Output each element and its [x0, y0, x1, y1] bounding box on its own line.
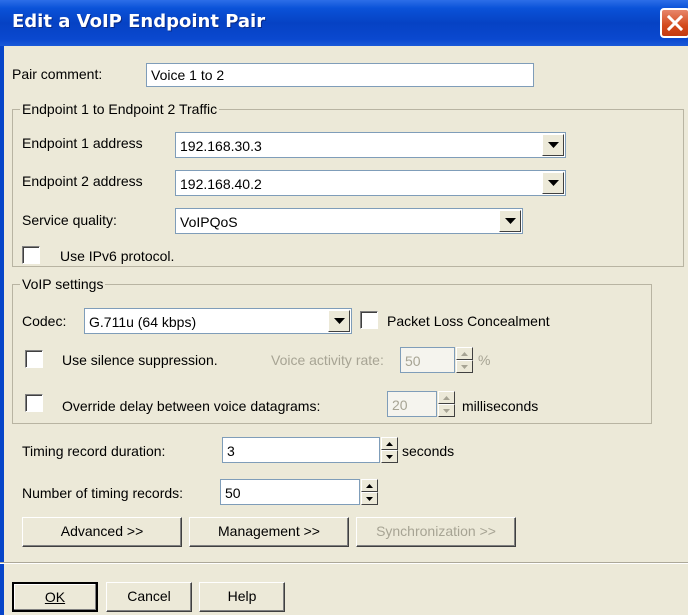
dialog: Edit a VoIP Endpoint Pair Pair comment: … — [0, 0, 688, 615]
timing-records-value: 50 — [225, 485, 241, 501]
voice-activity-rate-value: 50 — [405, 353, 421, 369]
close-button[interactable] — [660, 8, 688, 38]
arrow-up-icon — [366, 484, 373, 488]
chevron-down-icon — [334, 318, 345, 324]
endpoint2-dropdown-button[interactable] — [542, 172, 564, 194]
endpoint1-combo[interactable]: 192.168.30.3 — [175, 132, 566, 158]
title-bar[interactable]: Edit a VoIP Endpoint Pair — [0, 0, 688, 46]
ipv6-label: Use IPv6 protocol. — [60, 248, 175, 264]
spin-down-button[interactable] — [456, 360, 473, 373]
spin-up-button[interactable] — [456, 347, 473, 360]
silence-suppression-label: Use silence suppression. — [62, 352, 218, 368]
cancel-button[interactable]: Cancel — [106, 582, 192, 612]
spin-up-button[interactable] — [438, 391, 455, 404]
spin-up-button[interactable] — [381, 437, 398, 450]
endpoint2-value: 192.168.40.2 — [180, 176, 262, 192]
timing-records-input[interactable]: 50 — [220, 479, 360, 505]
codec-label: Codec: — [22, 313, 67, 329]
endpoint2-combo[interactable]: 192.168.40.2 — [175, 170, 566, 196]
close-icon — [666, 14, 684, 32]
plc-checkbox[interactable] — [360, 311, 378, 329]
chevron-down-icon — [548, 180, 559, 186]
service-quality-value: VoIPQoS — [180, 214, 238, 230]
spin-down-button[interactable] — [381, 450, 398, 463]
arrow-down-icon — [386, 455, 393, 459]
advanced-button[interactable]: Advanced >> — [22, 517, 182, 547]
arrow-down-icon — [443, 409, 450, 413]
ipv6-checkbox[interactable] — [22, 246, 40, 264]
endpoint1-value: 192.168.30.3 — [180, 138, 262, 154]
service-quality-label: Service quality: — [22, 212, 117, 228]
voice-activity-rate-input[interactable]: 50 — [400, 347, 455, 373]
window-title: Edit a VoIP Endpoint Pair — [12, 11, 266, 32]
voice-activity-rate-spinner[interactable] — [456, 347, 473, 373]
codec-value: G.711u (64 kbps) — [89, 314, 197, 330]
management-button[interactable]: Management >> — [189, 517, 349, 547]
cancel-label: Cancel — [127, 588, 171, 604]
timing-duration-label: Timing record duration: — [22, 443, 166, 459]
arrow-down-icon — [366, 497, 373, 501]
chevron-down-icon — [548, 142, 559, 148]
timing-records-label: Number of timing records: — [22, 485, 184, 501]
timing-duration-unit: seconds — [402, 443, 455, 459]
window-border — [0, 46, 4, 615]
service-quality-dropdown-button[interactable] — [499, 210, 521, 232]
override-delay-unit: milliseconds — [462, 398, 539, 414]
ok-button[interactable]: OK — [12, 582, 98, 612]
timing-duration-input[interactable]: 3 — [222, 437, 380, 463]
silence-suppression-checkbox[interactable] — [25, 350, 43, 368]
voice-activity-rate-label: Voice activity rate: — [271, 352, 384, 368]
arrow-up-icon — [386, 442, 393, 446]
override-delay-spinner[interactable] — [438, 391, 455, 417]
help-button[interactable]: Help — [199, 582, 285, 612]
endpoint2-label: Endpoint 2 address — [22, 173, 143, 189]
separator — [0, 562, 688, 564]
override-delay-label: Override delay between voice datagrams: — [62, 398, 321, 414]
override-delay-input[interactable]: 20 — [387, 391, 437, 417]
arrow-up-icon — [461, 352, 468, 356]
chevron-down-icon — [505, 218, 516, 224]
endpoint1-dropdown-button[interactable] — [542, 134, 564, 156]
pair-comment-label: Pair comment: — [12, 66, 103, 82]
help-label: Help — [227, 588, 257, 604]
spin-down-button[interactable] — [438, 404, 455, 417]
service-quality-combo[interactable]: VoIPQoS — [175, 208, 523, 234]
override-delay-checkbox[interactable] — [25, 394, 43, 412]
ok-label: OK — [44, 589, 66, 605]
endpoint1-label: Endpoint 1 address — [22, 135, 143, 151]
timing-duration-value: 3 — [227, 443, 235, 459]
override-delay-value: 20 — [392, 397, 408, 413]
arrow-down-icon — [461, 365, 468, 369]
voip-group-legend: VoIP settings — [20, 275, 106, 293]
codec-combo[interactable]: G.711u (64 kbps) — [84, 308, 352, 334]
voice-activity-rate-unit: % — [478, 352, 491, 368]
arrow-up-icon — [443, 396, 450, 400]
timing-records-spinner[interactable] — [361, 479, 378, 505]
synchronization-button[interactable]: Synchronization >> — [356, 517, 516, 547]
codec-dropdown-button[interactable] — [328, 310, 350, 332]
traffic-group-legend: Endpoint 1 to Endpoint 2 Traffic — [20, 100, 220, 118]
spin-down-button[interactable] — [361, 492, 378, 505]
pair-comment-input[interactable]: Voice 1 to 2 — [146, 63, 534, 87]
spin-up-button[interactable] — [361, 479, 378, 492]
plc-label: Packet Loss Concealment — [387, 313, 550, 329]
timing-duration-spinner[interactable] — [381, 437, 398, 463]
